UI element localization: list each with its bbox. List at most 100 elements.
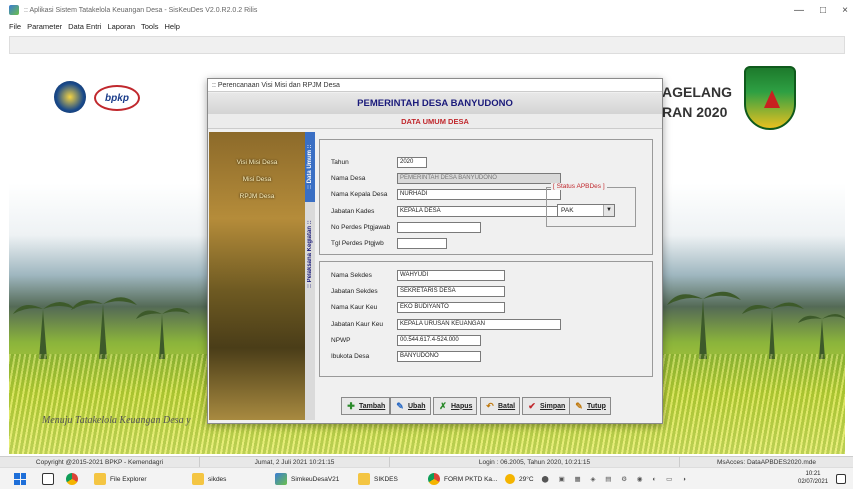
taskbar-form-pktd[interactable]: FORM PKTD Ka... [428,468,497,489]
tray-icons[interactable]: ⬤ ▣ ▦ ◈ ▤ ⚙ ◉ ◐ ▭ ◑ [542,475,690,483]
label-nama-kepala-desa: Nama Kepala Desa [331,191,388,198]
tahun-field[interactable]: 2020 [397,157,427,168]
chrome-icon [428,473,440,485]
status-apbdes-value: PAK [561,207,574,214]
bpkp-logo: bpkp [94,85,140,111]
nama-kaur-keu-field[interactable]: EKO BUDIYANTO [397,302,505,313]
tgl-perdes-field[interactable] [397,238,447,249]
taskbar-sikdes-label: sikdes [208,475,227,483]
windows-start-icon[interactable] [14,473,26,485]
header-year-text: RAN 2020 [662,104,728,120]
clock[interactable]: 10:21 02/07/2021 [798,470,828,486]
nama-kepala-desa-field[interactable]: NURHADI [397,189,561,200]
weather-icon [505,474,515,484]
menu-bar: File Parameter Data Entri Laporan Tools … [0,20,853,33]
chevron-down-icon[interactable]: ▼ [603,205,614,216]
label-ibukota-desa: Ibukota Desa [331,353,370,360]
tab-data-umum[interactable]: :: Data Umum :: [305,132,315,202]
menu-help[interactable]: Help [165,22,180,31]
simpan-label: Simpan [540,402,566,410]
temperature: 29°C [519,475,534,483]
tagline-text: Menuju Tatakelola Keuangan Desa y [42,415,191,426]
menu-file[interactable]: File [9,22,21,31]
dialog-header: PEMERINTAH DESA BANYUDONO [208,93,662,114]
label-jabatan-kaur-keu: Jabatan Kaur Keu [331,321,384,328]
status-apbdes-select[interactable]: PAK ▼ [557,204,615,217]
close-icon: ✎ [575,401,583,411]
tutup-label: Tutup [587,402,606,410]
toolbar [9,36,845,54]
header-region-text: AGELANG [662,84,732,100]
status-apbdes-group: [ Status APBDes ] PAK ▼ [546,183,636,227]
system-tray: 29°C ⬤ ▣ ▦ ◈ ▤ ⚙ ◉ ◐ ▭ ◑ [505,468,690,489]
npwp-field[interactable]: 00.544.617.4-524.000 [397,335,481,346]
taskbar-form-pktd-label: FORM PKTD Ka... [444,475,498,483]
taskbar-simkeudesa-label: SimkeuDesaV21 [291,475,340,483]
taskbar-simkeudesa[interactable]: SimkeuDesaV21 [275,468,339,489]
chrome-taskbar-icon[interactable] [66,468,82,489]
label-nama-kaur-keu: Nama Kaur Keu [331,304,378,311]
menu-tools[interactable]: Tools [141,22,159,31]
no-perdes-field[interactable] [397,222,481,233]
side-menu-misi[interactable]: Misi Desa [214,176,300,183]
label-tgl-perdes: Tgl Perdes Ptgjwb [331,240,384,247]
side-menu-visi-misi[interactable]: Visi Misi Desa [214,159,300,166]
menu-parameter[interactable]: Parameter [27,22,62,31]
menu-laporan[interactable]: Laporan [107,22,135,31]
nama-sekdes-field[interactable]: WAHYUDI [397,270,505,281]
label-npwp: NPWP [331,337,351,344]
dialog-subheader: DATA UMUM DESA [208,114,662,129]
folder-icon [94,473,106,485]
notification-icon[interactable] [836,468,850,489]
side-menu: Visi Misi Desa Misi Desa RPJM Desa [214,159,300,210]
jabatan-kades-field[interactable]: KEPALA DESA [397,206,561,217]
folder-icon [192,473,204,485]
batal-button[interactable]: ↶ Batal [480,397,521,415]
jabatan-sekdes-field[interactable]: SEKRETARIS DESA [397,286,505,297]
folder-icon [358,473,370,485]
undo-icon: ↶ [486,401,494,411]
status-bar: Copyright @2015-2021 BPKP - Kemendagri J… [0,456,853,468]
tambah-label: Tambah [359,402,386,410]
taskbar-file-explorer[interactable]: File Explorer [94,468,146,489]
menu-data-entri[interactable]: Data Entri [68,22,101,31]
vertical-tabs: :: Data Umum :: :: Pelaksana Kegiatan :: [305,132,315,420]
ibukota-desa-field[interactable]: BANYUDONO [397,351,481,362]
regency-crest [744,66,796,130]
label-nama-desa: Nama Desa [331,175,366,182]
edit-icon: ✎ [396,401,404,411]
rpjm-dialog: :: Perencanaan Visi Misi dan RPJM Desa P… [207,78,663,424]
garuda-logo [54,81,86,113]
batal-label: Batal [498,402,516,410]
label-tahun: Tahun [331,159,349,166]
delete-icon: ✗ [439,401,447,411]
label-jabatan-kades: Jabatan Kades [331,208,375,215]
hapus-label: Hapus [451,402,473,410]
ubah-button[interactable]: ✎ Ubah [390,397,431,415]
task-view-icon[interactable] [42,468,58,489]
window-title: :: Aplikasi Sistem Tatakelola Keuangan D… [24,6,258,14]
status-apbdes-legend: [ Status APBDes ] [551,183,607,190]
tab-pelaksana-kegiatan[interactable]: :: Pelaksana Kegiatan :: [305,204,315,304]
window-title-bar: :: Aplikasi Sistem Tatakelola Keuangan D… [0,0,853,20]
ubah-label: Ubah [408,402,426,410]
side-menu-rpjm[interactable]: RPJM Desa [214,193,300,200]
checkmark-icon: ✔ [528,401,536,411]
tambah-button[interactable]: ✚ Tambah [341,397,391,415]
taskbar-sikdes-app-label: SIKDES [374,475,398,483]
clock-date: 02/07/2021 [798,479,829,485]
dialog-title: :: Perencanaan Visi Misi dan RPJM Desa [208,79,662,92]
jabatan-kaur-keu-field[interactable]: KEPALA URUSAN KEUANGAN [397,319,561,330]
close-button[interactable]: × [830,0,853,20]
label-nama-sekdes: Nama Sekdes [331,272,372,279]
nama-desa-field[interactable]: PEMERINTAH DESA BANYUDONO [397,173,561,184]
taskbar-sikdes-app[interactable]: SIKDES [358,468,398,489]
taskbar: File Explorer sikdes SimkeuDesaV21 SIKDE… [0,467,853,489]
simpan-button[interactable]: ✔ Simpan [522,397,571,415]
hapus-button[interactable]: ✗ Hapus [433,397,478,415]
label-jabatan-sekdes: Jabatan Sekdes [331,288,378,295]
app-icon [9,5,19,15]
app-icon [275,473,287,485]
tutup-button[interactable]: ✎ Tutup [569,397,611,415]
taskbar-sikdes[interactable]: sikdes [192,468,226,489]
